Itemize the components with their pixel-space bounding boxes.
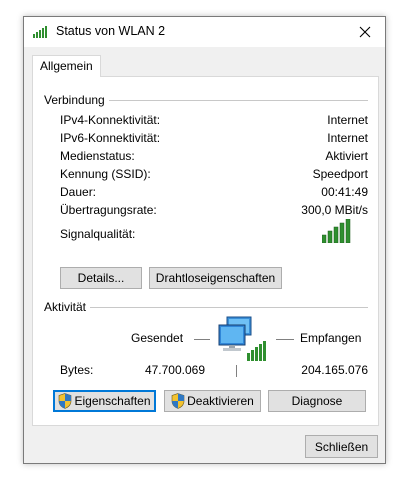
bytes-label: Bytes: [60, 363, 94, 377]
wireless-properties-button[interactable]: Drahtloseigenschaften [149, 267, 282, 289]
speed-label: Übertragungsrate: [60, 203, 157, 217]
media-status-value: Aktiviert [325, 149, 368, 163]
network-computers-icon [218, 316, 266, 361]
media-status-label: Medienstatus: [60, 149, 135, 163]
duration-value: 00:41:49 [321, 185, 368, 199]
disable-button[interactable]: Deaktivieren [164, 390, 261, 412]
signal-quality-label: Signalqualität: [60, 227, 136, 241]
uac-shield-icon [59, 393, 72, 409]
speed-value: 300,0 MBit/s [301, 203, 368, 217]
activity-group-title: Aktivität [44, 300, 91, 314]
tab-allgemein[interactable]: Allgemein [32, 55, 101, 77]
general-panel: Verbindung IPv4-Konnektivität: Internet … [32, 76, 379, 426]
window-title: Status von WLAN 2 [56, 24, 166, 38]
disable-button-label: Deaktivieren [187, 394, 254, 408]
ssid-label: Kennung (SSID): [60, 167, 151, 181]
sent-line [194, 339, 210, 340]
connection-group-title: Verbindung [44, 93, 109, 107]
received-line [276, 339, 294, 340]
ssid-value: Speedport [312, 167, 368, 181]
wifi-signal-icon [33, 26, 47, 38]
uac-shield-icon [171, 393, 185, 409]
ipv4-value: Internet [327, 113, 368, 127]
close-icon[interactable] [351, 20, 379, 44]
details-button[interactable]: Details... [60, 267, 142, 289]
diagnose-button-label: Diagnose [291, 394, 343, 408]
bytes-received-value: 204.165.076 [301, 363, 368, 377]
properties-button-label: Eigenschaften [74, 394, 151, 408]
wireless-properties-label: Drahtloseigenschaften [155, 271, 276, 285]
sent-label: Gesendet [131, 331, 184, 345]
duration-label: Dauer: [60, 185, 97, 199]
received-label: Empfangen [300, 331, 362, 345]
close-button[interactable]: Schließen [305, 435, 378, 458]
title-bar: Status von WLAN 2 [24, 17, 385, 47]
signal-quality-icon [322, 219, 351, 243]
diagnose-button[interactable]: Diagnose [268, 390, 366, 412]
ipv6-value: Internet [327, 131, 368, 145]
close-button-label: Schließen [314, 439, 369, 454]
properties-button[interactable]: Eigenschaften [53, 390, 156, 412]
status-dialog: Status von WLAN 2 Allgemein Verbindung I… [23, 16, 386, 464]
ipv6-label: IPv6-Konnektivität: [60, 131, 161, 145]
activity-divider [45, 307, 368, 308]
bytes-sent-value: 47.700.069 [144, 363, 205, 377]
details-button-label: Details... [77, 271, 125, 285]
activity-separator [236, 365, 237, 377]
ipv4-label: IPv4-Konnektivität: [60, 113, 161, 127]
